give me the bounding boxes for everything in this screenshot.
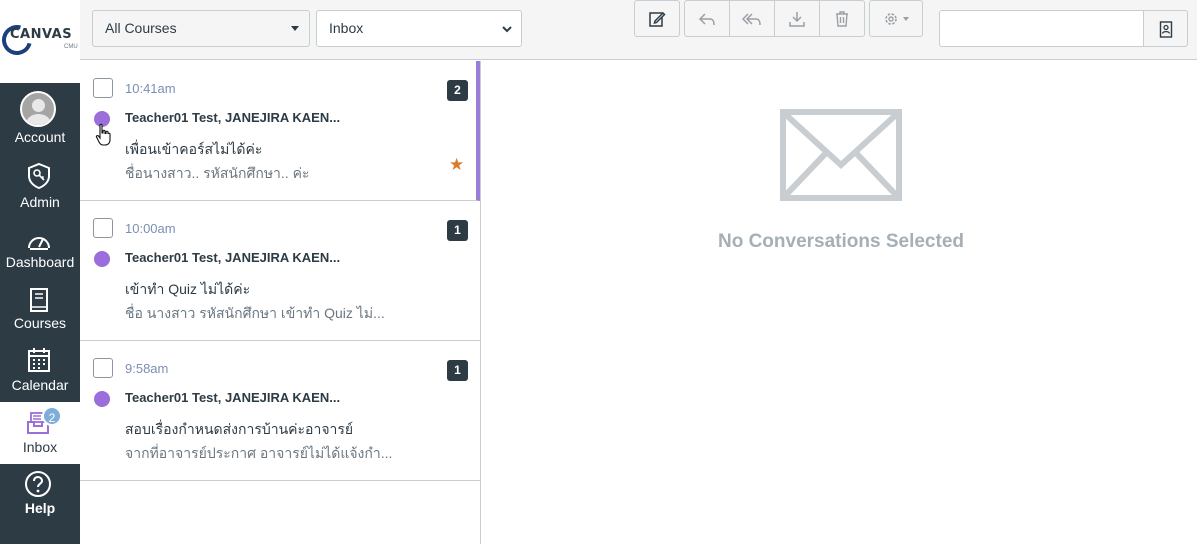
reply-icon <box>698 12 715 25</box>
nav-admin[interactable]: Admin <box>0 160 80 222</box>
message-count-badge: 2 <box>447 80 468 101</box>
unread-toggle-dot[interactable] <box>94 251 110 267</box>
nav-help-label: Help <box>24 500 56 516</box>
nav-calendar-label: Calendar <box>11 377 69 393</box>
chevron-down-icon <box>502 26 512 33</box>
nav-admin-label: Admin <box>20 194 60 210</box>
nav-inbox[interactable]: 2 Inbox <box>0 402 80 464</box>
envelope-icon <box>780 109 902 201</box>
reply-all-icon <box>742 12 761 25</box>
nav-calendar[interactable]: Calendar <box>0 344 80 406</box>
conversation-item[interactable]: 10:00am 1 Teacher01 Test, JANEJIRA KAEN.… <box>80 201 480 341</box>
conversation-item[interactable]: 10:41am 2 Teacher01 Test, JANEJIRA KAEN.… <box>80 61 480 201</box>
conversation-participants: Teacher01 Test, JANEJIRA KAEN... <box>125 390 341 405</box>
conversation-participants: Teacher01 Test, JANEJIRA KAEN... <box>125 250 341 265</box>
nav-courses-label: Courses <box>13 315 67 331</box>
trash-icon <box>836 10 848 27</box>
message-detail-pane: No Conversations Selected <box>481 61 1197 544</box>
compose-button[interactable] <box>634 0 680 37</box>
recipient-search-input[interactable] <box>939 10 1144 47</box>
conversation-preview: จากที่อาจารย์ประกาศ อาจารย์ไม่ได้แจ้งกำ.… <box>125 445 393 461</box>
conversation-preview: ชื่อนางสาว.. รหัสนักศึกษา.. ค่ะ <box>125 165 310 181</box>
nav-dashboard-label: Dashboard <box>5 254 75 270</box>
delete-button[interactable] <box>819 0 865 37</box>
unread-toggle-dot[interactable] <box>94 391 110 407</box>
archive-button[interactable] <box>774 0 820 37</box>
conversation-preview: ชื่อ นางสาว รหัสนักศึกษา เข้าทำ Quiz ไม่… <box>125 305 385 321</box>
inbox-toolbar: All Courses Inbox <box>80 0 1197 60</box>
nav-help[interactable]: Help <box>0 468 80 530</box>
conversation-item[interactable]: 9:58am 1 Teacher01 Test, JANEJIRA KAEN..… <box>80 341 480 481</box>
shield-icon <box>28 162 50 190</box>
compose-icon <box>649 11 666 27</box>
course-filter-value: All Courses <box>105 20 177 36</box>
conversation-time: 10:41am <box>125 81 176 96</box>
reply-all-button[interactable] <box>729 0 775 37</box>
logo-sub: CMU <box>64 44 78 50</box>
star-icon[interactable]: ★ <box>449 155 464 175</box>
reply-button[interactable] <box>684 0 730 37</box>
book-icon <box>30 288 48 312</box>
conversation-checkbox[interactable] <box>93 78 113 98</box>
nav-courses[interactable]: Courses <box>0 284 80 346</box>
help-icon <box>25 471 51 497</box>
conversation-participants: Teacher01 Test, JANEJIRA KAEN... <box>125 110 341 125</box>
nav-dashboard[interactable]: Dashboard <box>0 225 80 287</box>
course-filter-select[interactable]: All Courses <box>92 10 310 47</box>
conversation-subject: เข้าทำ Quiz ไม่ได้ค่ะ <box>125 281 251 297</box>
hand-cursor-icon <box>95 123 111 146</box>
inbox-unread-badge: 2 <box>42 406 62 426</box>
gear-icon <box>885 12 909 25</box>
conversation-subject: สอบเรื่องกำหนดส่งการบ้านค่ะอาจารย์ <box>125 421 354 437</box>
nav-account-label: Account <box>14 129 66 145</box>
address-book-icon <box>1159 21 1173 38</box>
conversation-subject: เพื่อนเข้าคอร์สไม่ได้ค่ะ <box>125 141 263 157</box>
global-nav: CANVAS CMU Account Admin Dashboard Cours… <box>0 0 80 544</box>
settings-menu-button[interactable] <box>869 0 923 37</box>
conversation-list: 10:41am 2 Teacher01 Test, JANEJIRA KAEN.… <box>80 61 481 544</box>
conversation-time: 9:58am <box>125 361 169 376</box>
conversation-time: 10:00am <box>125 221 176 236</box>
message-count-badge: 1 <box>447 220 468 241</box>
dashboard-icon <box>28 237 50 250</box>
address-book-button[interactable] <box>1143 10 1188 47</box>
conversation-checkbox[interactable] <box>93 358 113 378</box>
logo-text: CANVAS <box>10 27 73 42</box>
avatar <box>20 91 56 127</box>
empty-state-text: No Conversations Selected <box>717 231 965 252</box>
conversation-checkbox[interactable] <box>93 218 113 238</box>
message-count-badge: 1 <box>447 360 468 381</box>
download-icon <box>789 11 805 27</box>
mailbox-filter-select[interactable]: Inbox <box>316 10 522 47</box>
mailbox-filter-value: Inbox <box>329 20 364 36</box>
calendar-icon <box>28 348 50 372</box>
caret-down-icon <box>291 26 299 31</box>
canvas-logo[interactable]: CANVAS CMU <box>0 0 80 83</box>
nav-account[interactable]: Account <box>0 83 80 145</box>
nav-inbox-label: Inbox <box>22 439 58 455</box>
